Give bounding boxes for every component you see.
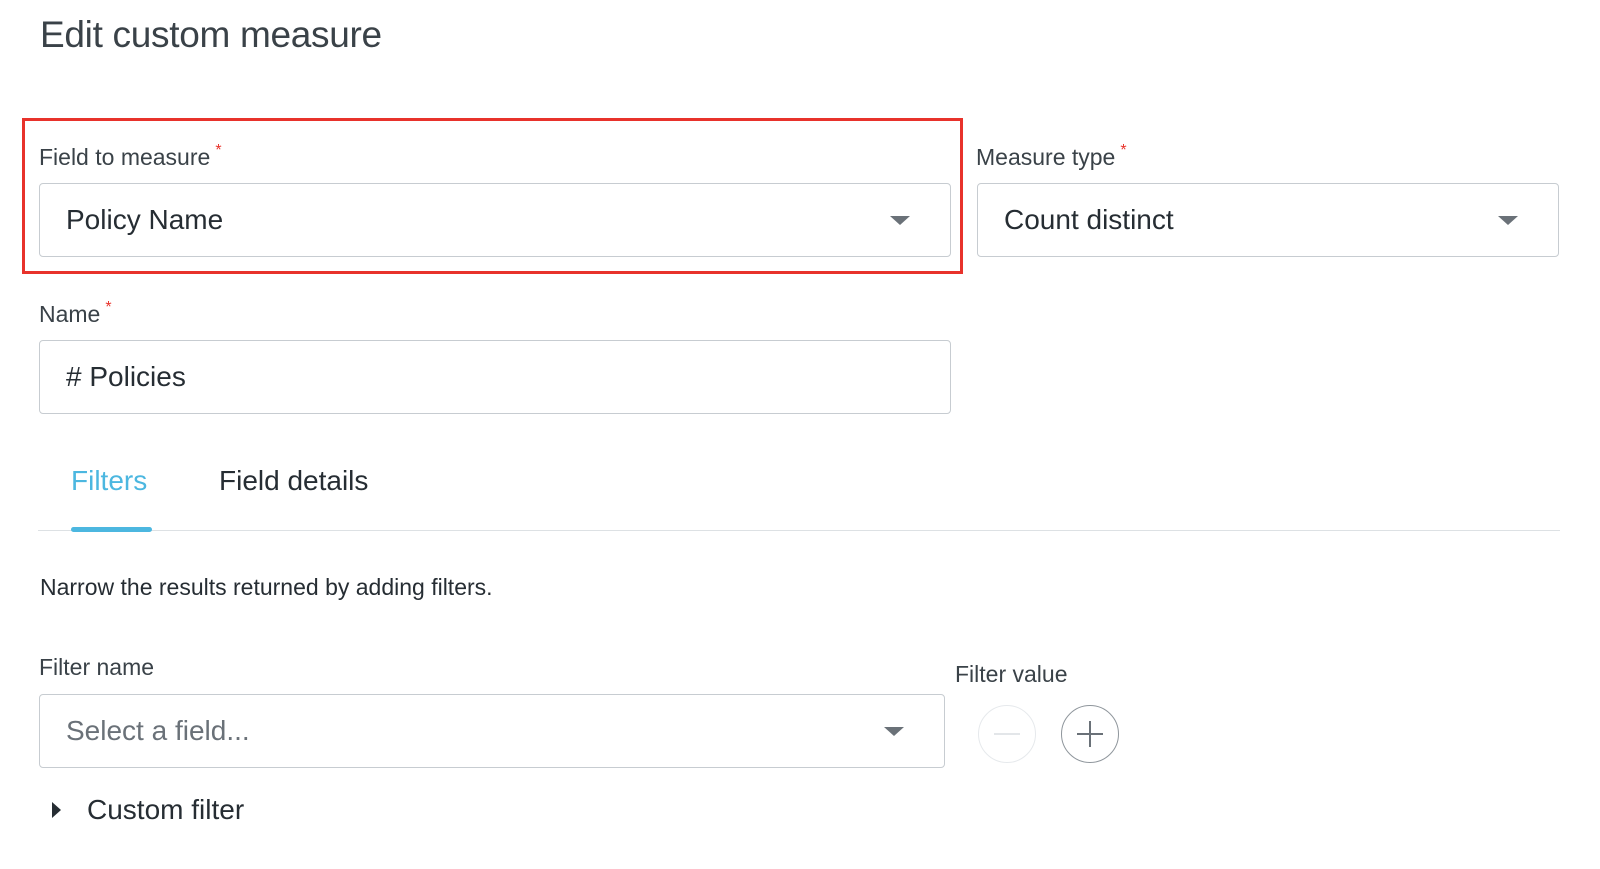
filter-value-label: Filter value (955, 661, 1068, 687)
measure-type-select[interactable]: Count distinct (977, 183, 1559, 257)
tab-filters[interactable]: Filters (71, 465, 147, 497)
custom-filter-toggle[interactable]: Custom filter (52, 794, 244, 826)
measure-type-value: Count distinct (1004, 204, 1174, 235)
minus-circle-icon (994, 733, 1020, 735)
plus-circle-icon (1077, 721, 1103, 747)
name-input[interactable]: # Policies (39, 340, 951, 414)
remove-filter-button[interactable] (978, 705, 1036, 763)
tab-field-details[interactable]: Field details (219, 465, 368, 497)
name-label-text: Name (39, 301, 101, 327)
field-to-measure-label: Field to measure * (39, 142, 222, 171)
filter-name-placeholder: Select a field... (66, 715, 250, 746)
chevron-down-icon (884, 727, 904, 736)
filter-name-select[interactable]: Select a field... (39, 694, 945, 768)
field-to-measure-value: Policy Name (66, 204, 224, 235)
field-to-measure-select[interactable]: Policy Name (39, 183, 951, 257)
caret-right-icon (52, 802, 61, 818)
measure-type-label: Measure type * (976, 142, 1127, 171)
required-marker: * (215, 142, 222, 159)
add-filter-button[interactable] (1061, 705, 1119, 763)
chevron-down-icon (1498, 216, 1518, 225)
tab-bar: Filters Field details (38, 455, 1560, 532)
required-marker: * (1120, 142, 1127, 159)
chevron-down-icon (890, 216, 910, 225)
filter-name-label: Filter name (39, 654, 155, 680)
active-tab-indicator (71, 527, 152, 532)
custom-filter-label: Custom filter (87, 794, 245, 825)
measure-type-label-text: Measure type (976, 144, 1116, 170)
name-label: Name * (39, 299, 112, 328)
field-to-measure-label-text: Field to measure (39, 144, 211, 170)
tab-filters-label: Filters (71, 465, 148, 496)
tab-field-details-label: Field details (219, 465, 369, 496)
filters-helper-text: Narrow the results returned by adding fi… (40, 574, 493, 600)
required-marker: * (105, 299, 112, 316)
name-input-value: # Policies (66, 361, 186, 392)
page-title: Edit custom measure (40, 14, 382, 55)
